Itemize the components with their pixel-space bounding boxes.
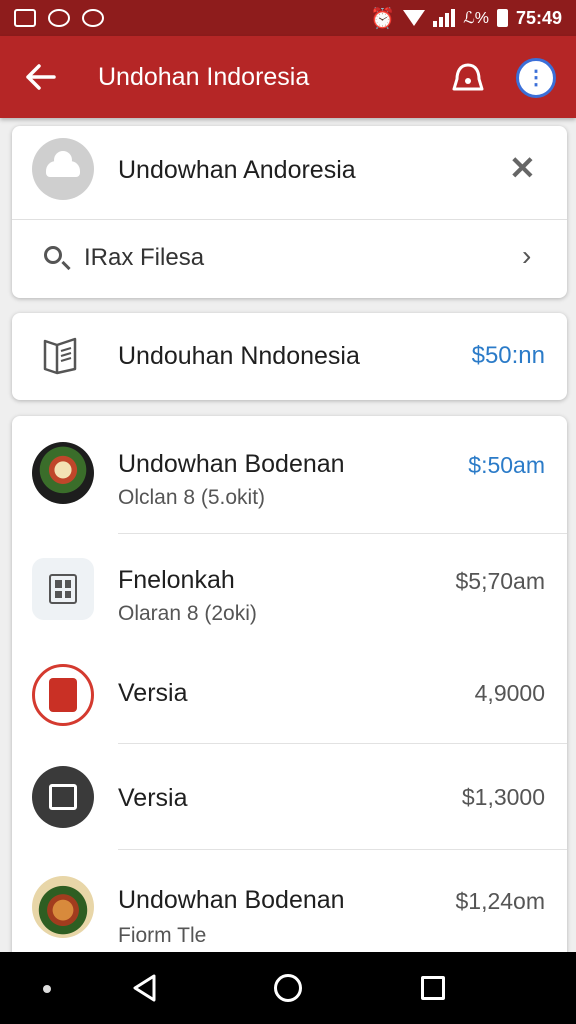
book-card-price: $50:nn (471, 342, 545, 369)
list-item[interactable]: Fnelonkah Olaran 8 (2oki) $5;70am (12, 534, 567, 646)
grid-file-icon (32, 558, 94, 620)
item-subtitle: Olaran 8 (2oki) (118, 602, 257, 625)
navigation-bar (0, 952, 576, 1024)
battery-percent: ℒ% (463, 10, 489, 27)
list-item[interactable]: Versia 4,9000 (12, 646, 567, 744)
status-bar: ⏰ ℒ% 75:49 (0, 0, 576, 36)
item-title: Versia (118, 679, 188, 707)
item-title: Undowhan Bodenan (118, 886, 345, 914)
item-price: 4,9000 (474, 680, 545, 706)
item-title: Versia (118, 784, 188, 812)
nav-home-icon[interactable] (274, 974, 302, 1002)
message-notification-icon (82, 9, 104, 27)
list-item[interactable]: Undowhan Bodenan Olclan 8 (5.okit) $:50a… (12, 416, 567, 534)
search-input[interactable]: IRax Filesa (84, 244, 204, 272)
download-list: Undowhan Bodenan Olclan 8 (5.okit) $:50a… (12, 416, 567, 956)
image-notification-icon (14, 9, 36, 27)
alarm-icon: ⏰ (370, 7, 396, 30)
red-document-icon (32, 664, 94, 726)
item-title: Undowhan Bodenan (118, 450, 345, 478)
status-indicators: ⏰ ℒ% 75:49 (370, 6, 562, 31)
chevron-right-icon[interactable]: › (522, 240, 531, 272)
nav-back-icon[interactable] (132, 974, 158, 1002)
notification-icons (14, 9, 104, 27)
book-card[interactable]: Undouhan Nndonesia $50:nn (12, 313, 567, 400)
bell-icon[interactable] (448, 58, 488, 98)
dark-document-icon (32, 766, 94, 828)
item-price: $:50am (468, 452, 545, 478)
book-card-title: Undouhan Nndonesia (118, 342, 360, 370)
item-subtitle: Olclan 8 (5.okit) (118, 486, 266, 509)
food-thumbnail (32, 876, 94, 938)
dot-icon (43, 985, 51, 993)
app-notification-icon (48, 9, 70, 27)
close-icon[interactable]: ✕ (509, 152, 536, 184)
item-title: Fnelonkah (118, 566, 235, 594)
search-card-title: Undowhan Andoresia (118, 156, 356, 184)
download-header-row: Undowhan Andoresia ✕ (12, 126, 567, 220)
more-vert-icon[interactable]: ⋮ (516, 58, 556, 98)
cloud-icon (32, 138, 94, 200)
list-item[interactable]: Versia $1,3000 (12, 744, 567, 850)
list-item[interactable]: Undowhan Bodenan Fiorm Tle $1,24om (12, 850, 567, 956)
app-bar: Undohan Indoresia ⋮ (0, 36, 576, 118)
nav-recents-icon[interactable] (421, 976, 445, 1000)
battery-icon (496, 9, 508, 27)
signal-icon (433, 9, 456, 27)
search-row[interactable]: IRax Filesa › (12, 220, 567, 298)
clock: 75:49 (515, 7, 562, 28)
item-price: $1,3000 (461, 784, 545, 810)
item-price: $1,24om (455, 888, 545, 914)
search-card: Undowhan Andoresia ✕ IRax Filesa › (12, 126, 567, 298)
item-price: $5;70am (455, 568, 545, 594)
back-arrow-icon[interactable] (0, 36, 82, 118)
wifi-icon (403, 10, 426, 26)
search-icon (44, 246, 62, 264)
food-thumbnail (32, 442, 94, 504)
book-icon (43, 337, 77, 375)
page-title: Undohan Indoresia (98, 62, 310, 91)
item-subtitle: Fiorm Tle (118, 924, 207, 947)
